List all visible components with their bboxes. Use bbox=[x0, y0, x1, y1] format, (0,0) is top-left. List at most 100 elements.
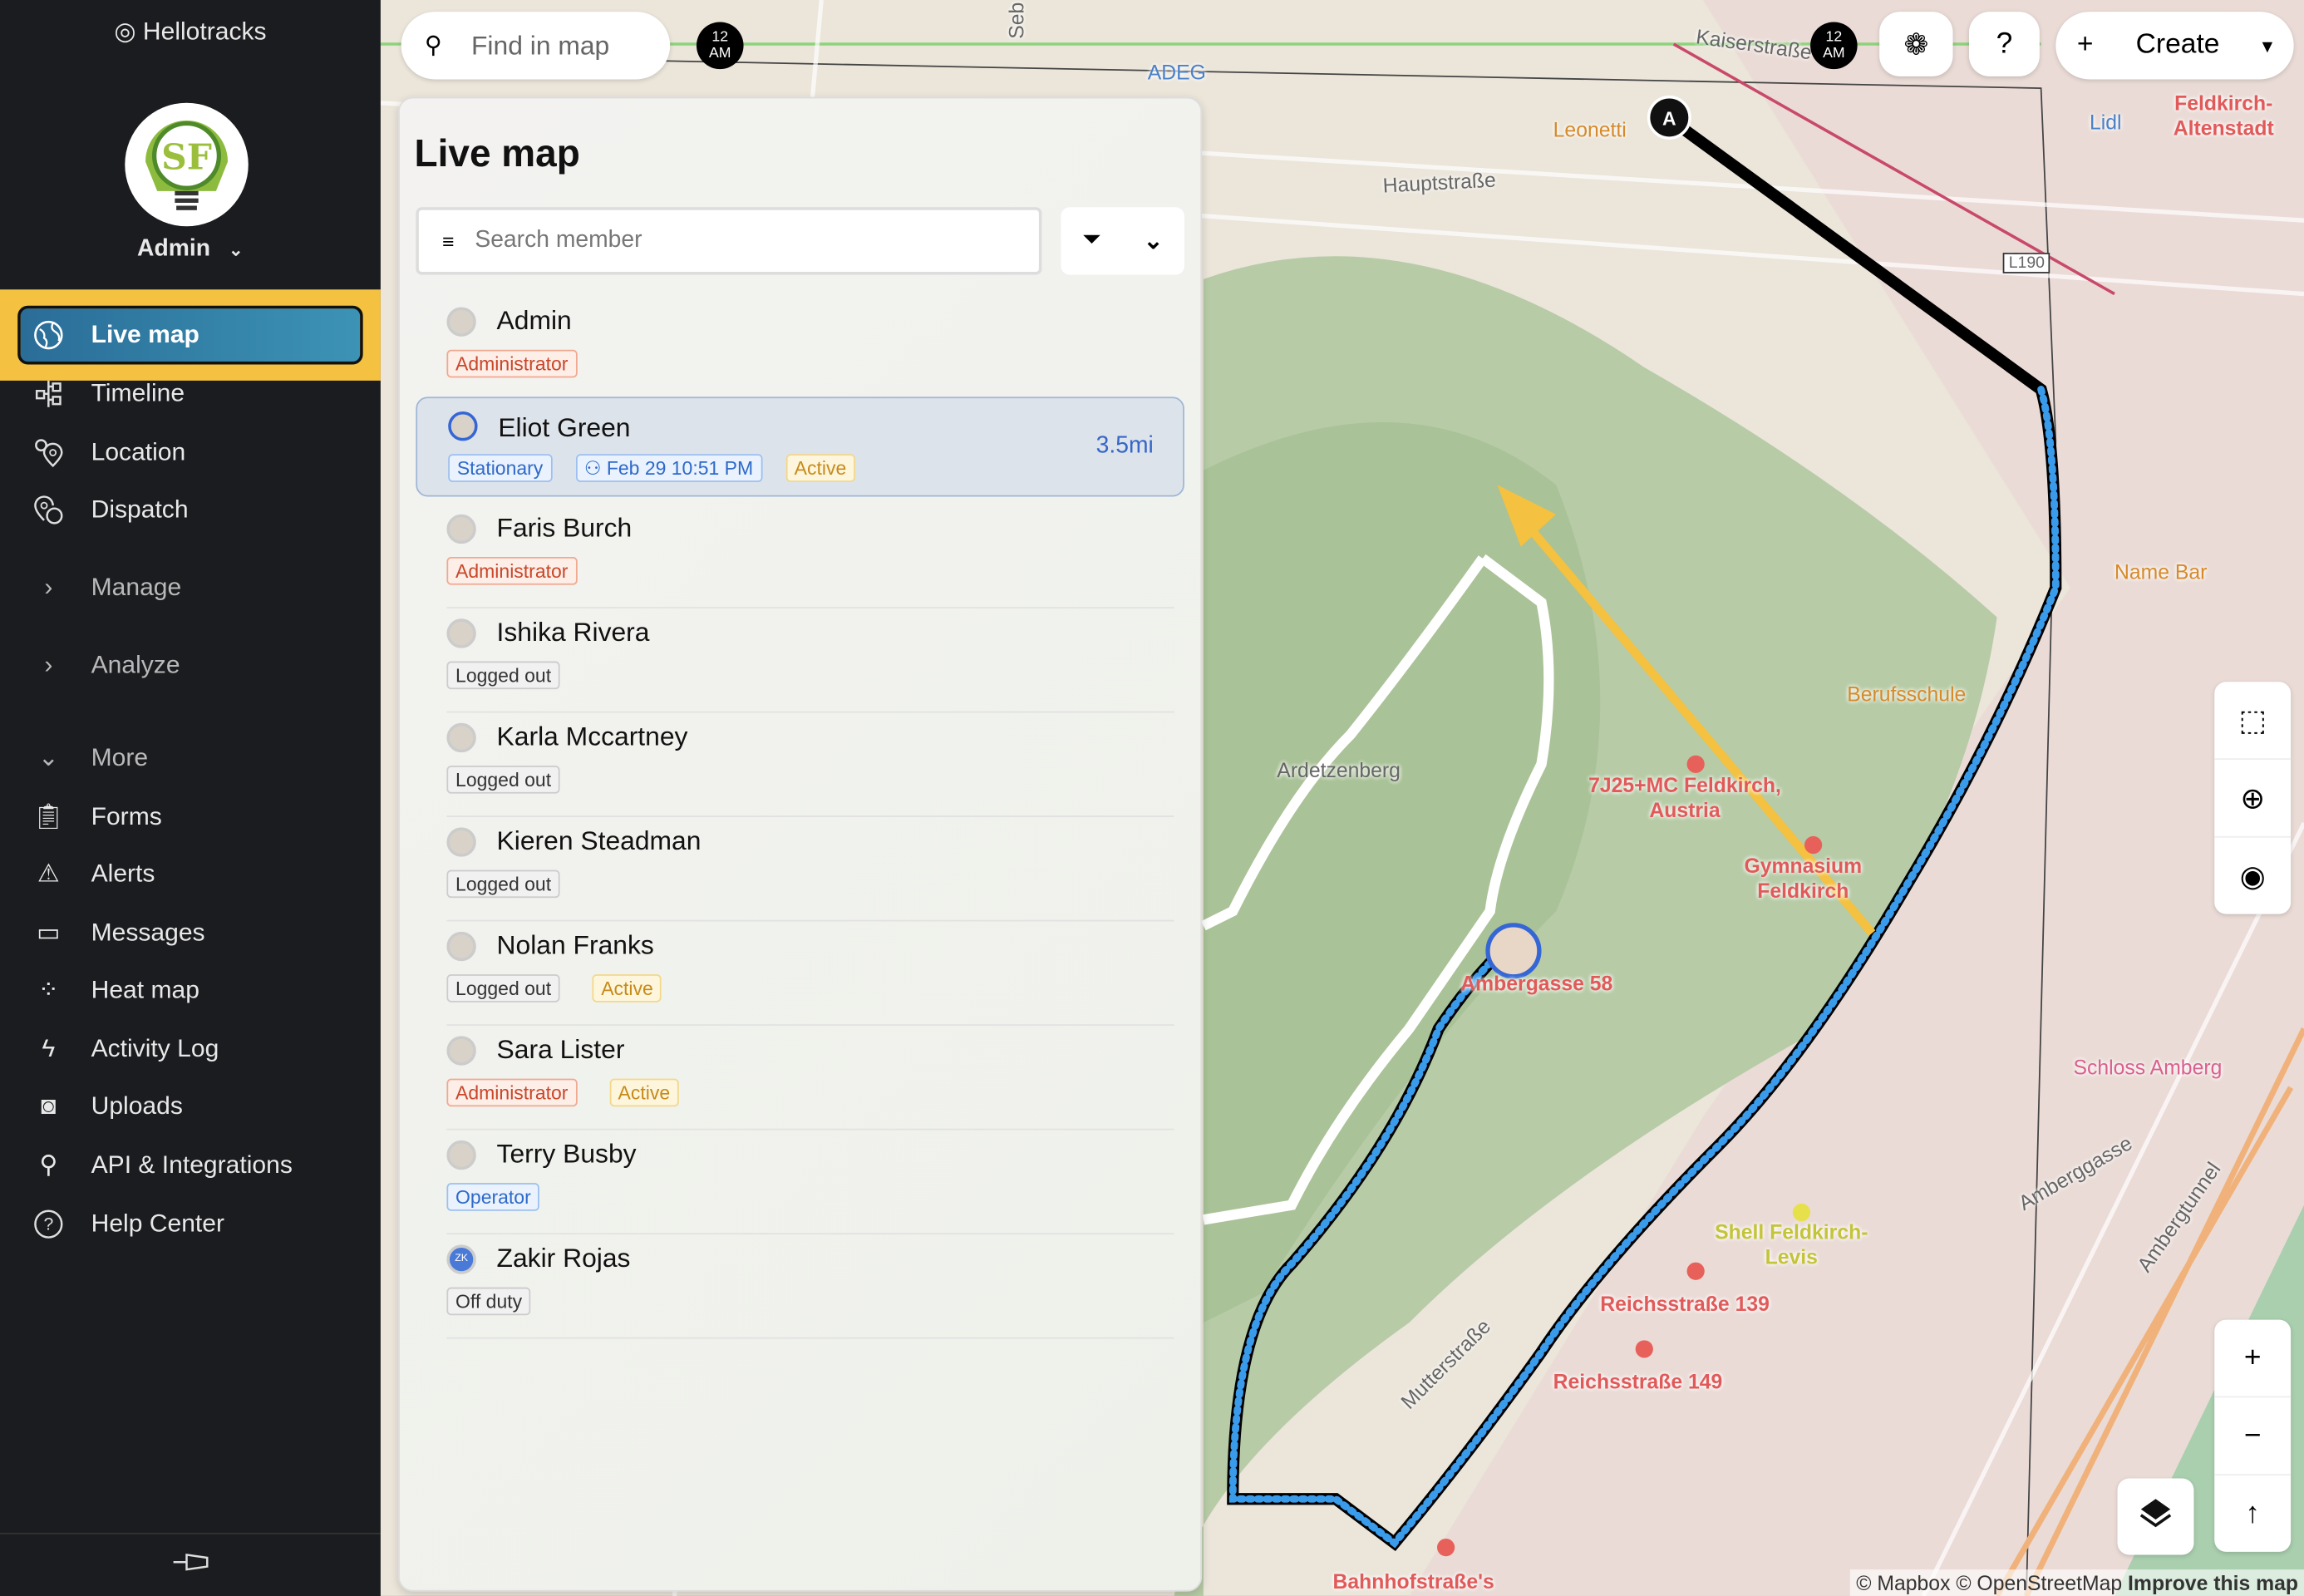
avatar bbox=[446, 1140, 475, 1170]
status-badge: Off duty bbox=[446, 1288, 530, 1316]
member-name: Kieren Steadman bbox=[497, 826, 702, 857]
marker-a[interactable]: A bbox=[1647, 96, 1691, 140]
osm-link[interactable]: © OpenStreetMap bbox=[1956, 1571, 2122, 1594]
member-name: Ishika Rivera bbox=[497, 618, 650, 648]
visibility-button[interactable]: ◉ bbox=[2214, 838, 2291, 914]
select-area-icon: ⬚ bbox=[2238, 702, 2266, 738]
sidebar-group-analyze[interactable]: ›Analyze bbox=[29, 647, 180, 685]
sidebar-item-dispatch[interactable]: Dispatch bbox=[29, 490, 188, 529]
status-badge: Active bbox=[785, 454, 855, 482]
zoom-out-button[interactable]: − bbox=[2214, 1397, 2291, 1475]
camera-icon: ◙ bbox=[29, 1087, 67, 1126]
reset-north-button[interactable]: ↑ bbox=[2214, 1475, 2291, 1552]
time-marker-start[interactable]: 12AM bbox=[697, 22, 744, 70]
sidebar-item-api-integrations[interactable]: ⚲API & Integrations bbox=[29, 1146, 293, 1185]
avatar bbox=[446, 723, 475, 752]
plus-icon: + bbox=[2077, 29, 2094, 62]
sidebar-item-alerts[interactable]: ⚠︎Alerts bbox=[29, 855, 155, 894]
map-label: Bahnhofstraße's bbox=[1332, 1569, 1494, 1593]
map-label: Feldkirch- bbox=[2174, 91, 2272, 115]
select-area-button[interactable]: ⬚ bbox=[2214, 682, 2291, 760]
search-member-input[interactable]: ≡ Search member bbox=[416, 207, 1041, 274]
brand[interactable]: ◎ Hellotracks bbox=[0, 17, 381, 47]
member-list-item[interactable]: Faris BurchAdministrator bbox=[446, 504, 1174, 608]
hellotracks-logo-icon: ◎ bbox=[114, 17, 143, 46]
help-button[interactable]: ? bbox=[1969, 12, 2040, 76]
chevron-down-icon: ▾ bbox=[2262, 33, 2272, 58]
company-logo: SF bbox=[125, 103, 249, 227]
sidebar-item-messages[interactable]: ▭Messages bbox=[29, 914, 204, 953]
member-location-marker[interactable] bbox=[1485, 923, 1541, 978]
pin-icon bbox=[171, 1550, 209, 1581]
user-icon: ⚇ bbox=[584, 457, 607, 480]
messages-icon: ▭ bbox=[29, 914, 67, 953]
status-badge: Logged out bbox=[446, 766, 559, 794]
map-label: Ardetzenberg bbox=[1277, 758, 1401, 781]
member-list-item[interactable]: ZKZakir RojasOff duty bbox=[446, 1234, 1174, 1339]
member-list-item[interactable]: Eliot GreenStationary⚇ Feb 29 10:51 PMAc… bbox=[416, 397, 1184, 496]
sidebar-item-activity-log[interactable]: ϟActivity Log bbox=[29, 1030, 219, 1068]
svg-text:SF: SF bbox=[161, 136, 212, 178]
filter-icon: ⏷ bbox=[1082, 228, 1101, 254]
status-badge: Logged out bbox=[446, 870, 559, 899]
filter-dropdown[interactable]: ⏷⌄ bbox=[1061, 207, 1184, 274]
chevron-right-icon: › bbox=[29, 647, 67, 685]
map-attribution: © Mapbox © OpenStreetMap Improve this ma… bbox=[1850, 1569, 2304, 1596]
member-name: Karla Mccartney bbox=[497, 722, 688, 752]
member-name: Admin bbox=[497, 306, 572, 337]
plug-icon: ⚲ bbox=[29, 1146, 67, 1185]
map-label: Feldkirch bbox=[1757, 879, 1849, 902]
sidebar-item-location[interactable]: Location bbox=[29, 434, 185, 472]
member-list-item[interactable]: Admin Administrator bbox=[446, 297, 1174, 401]
avatar bbox=[446, 307, 475, 336]
sidebar-item-help-center[interactable]: ?Help Center bbox=[29, 1205, 224, 1244]
layers-button[interactable] bbox=[2118, 1479, 2194, 1555]
status-badge: Administrator bbox=[446, 1079, 577, 1107]
sidebar-item-heat-map[interactable]: ⁘Heat map bbox=[29, 972, 199, 1010]
zoom-in-button[interactable]: + bbox=[2214, 1320, 2291, 1398]
add-place-icon: ⊕ bbox=[2240, 780, 2265, 816]
member-name: Eliot Green bbox=[498, 413, 630, 444]
sidebar-group-manage[interactable]: ›Manage bbox=[29, 569, 181, 607]
clipboard-icon: 📋︎ bbox=[29, 798, 67, 836]
map-label: Schloss Amberg bbox=[2074, 1055, 2223, 1078]
sidebar-item-uploads[interactable]: ◙Uploads bbox=[29, 1087, 183, 1126]
status-badge: Logged out bbox=[446, 662, 559, 690]
member-list-item[interactable]: Karla Mccartney Logged out bbox=[446, 712, 1174, 817]
user-menu[interactable]: Admin ⌄ bbox=[0, 237, 381, 264]
avatar bbox=[446, 618, 475, 648]
status-badge: Administrator bbox=[446, 350, 577, 378]
ai-assistant-button[interactable]: ❁ bbox=[1879, 12, 1952, 76]
map-label: Austria bbox=[1649, 798, 1720, 821]
sidebar-item-forms[interactable]: 📋︎Forms bbox=[29, 798, 161, 836]
map-label: 7J25+MC Feldkirch, bbox=[1588, 773, 1781, 796]
mapbox-link[interactable]: © Mapbox bbox=[1856, 1571, 1950, 1594]
find-in-map-input[interactable]: ⚲ Find in map bbox=[401, 12, 671, 79]
eye-icon: ◉ bbox=[2240, 858, 2266, 894]
zoom-controls: + − ↑ bbox=[2214, 1320, 2291, 1552]
create-button[interactable]: + Create ▾ bbox=[2055, 12, 2293, 79]
member-list-item[interactable]: Kieren Steadman Logged out bbox=[446, 817, 1174, 922]
avatar: ZK bbox=[446, 1244, 475, 1273]
heatmap-icon: ⁘ bbox=[29, 972, 67, 1010]
chevron-right-icon: › bbox=[29, 569, 67, 607]
status-badge: Active bbox=[593, 974, 662, 1002]
time-marker-end[interactable]: 12AM bbox=[1810, 22, 1858, 70]
sidebar-item-live-map-label[interactable]: Live map bbox=[29, 316, 199, 354]
member-list-item[interactable]: Terry BusbyOperator bbox=[446, 1130, 1174, 1235]
sidebar-group-more[interactable]: ⌄More bbox=[29, 739, 148, 777]
add-place-button[interactable]: ⊕ bbox=[2214, 760, 2291, 838]
chevron-down-icon: ⌄ bbox=[29, 739, 67, 777]
avatar bbox=[446, 932, 475, 961]
avatar bbox=[446, 827, 475, 856]
page-title: Live map bbox=[415, 131, 580, 176]
pin-sidebar-button[interactable] bbox=[0, 1533, 381, 1596]
status-badge: Operator bbox=[446, 1183, 539, 1211]
member-list-item[interactable]: Ishika Rivera Logged out bbox=[446, 608, 1174, 713]
map-label: Reichsstraße 139 bbox=[1600, 1292, 1770, 1315]
member-list-item[interactable]: Sara ListerAdministratorActive bbox=[446, 1026, 1174, 1130]
member-list-item[interactable]: Nolan FranksLogged outActive bbox=[446, 921, 1174, 1026]
improve-map-link[interactable]: Improve this map bbox=[2128, 1571, 2298, 1594]
chevron-down-icon: ⌄ bbox=[229, 239, 244, 260]
sidebar-item-timeline[interactable]: Timeline bbox=[29, 375, 185, 413]
